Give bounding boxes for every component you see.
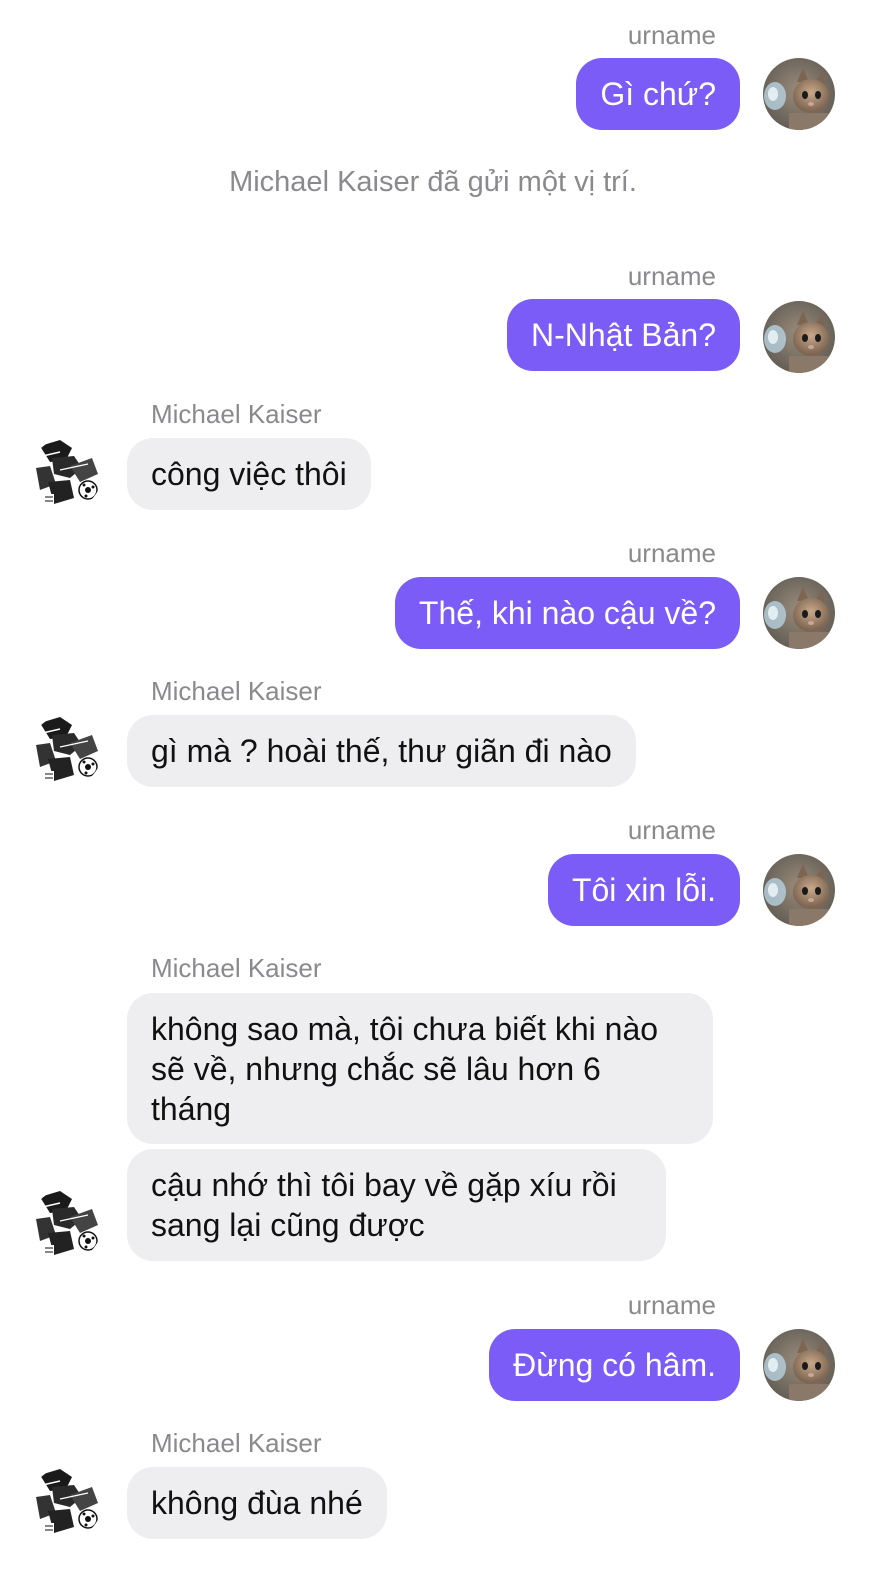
sender-name: urname xyxy=(627,261,716,291)
avatar[interactable] xyxy=(30,715,102,787)
message-bubble-outgoing[interactable]: Gì chứ? xyxy=(576,58,740,130)
avatar[interactable] xyxy=(763,1329,835,1401)
kitten-avatar-icon xyxy=(763,58,835,130)
sender-name: urname xyxy=(627,815,716,845)
sender-name: urname xyxy=(627,538,716,568)
manga-soccer-avatar-icon xyxy=(30,1189,102,1261)
message-bubble-incoming[interactable]: không đùa nhé xyxy=(127,1467,387,1539)
kitten-avatar-icon xyxy=(763,301,835,373)
avatar[interactable] xyxy=(30,438,102,510)
sender-name: urname xyxy=(627,1290,716,1320)
avatar[interactable] xyxy=(30,1467,102,1539)
avatar[interactable] xyxy=(763,577,835,649)
sender-name: Michael Kaiser xyxy=(151,953,322,983)
sender-name: urname xyxy=(627,20,716,50)
message-bubble-outgoing[interactable]: Thế, khi nào cậu về? xyxy=(394,577,740,649)
system-message: Michael Kaiser đã gửi một vị trí. xyxy=(229,166,637,198)
message-bubble-outgoing[interactable]: Tôi xin lỗi. xyxy=(547,854,740,926)
message-bubble-incoming[interactable]: gì mà ? hoài thế, thư giãn đi nào xyxy=(127,715,636,787)
message-bubble-incoming[interactable]: công việc thôi xyxy=(127,438,371,510)
message-bubble-incoming[interactable]: cậu nhớ thì tôi bay về gặp xíu rồi sang … xyxy=(127,1149,666,1261)
avatar[interactable] xyxy=(763,58,835,130)
avatar[interactable] xyxy=(763,854,835,926)
manga-soccer-avatar-icon xyxy=(30,1467,102,1539)
message-bubble-outgoing[interactable]: Đừng có hâm. xyxy=(489,1329,740,1401)
kitten-avatar-icon xyxy=(763,854,835,926)
sender-name: Michael Kaiser xyxy=(151,676,322,706)
avatar[interactable] xyxy=(763,301,835,373)
manga-soccer-avatar-icon xyxy=(30,715,102,787)
sender-name: Michael Kaiser xyxy=(151,399,322,429)
avatar[interactable] xyxy=(30,1189,102,1261)
message-bubble-incoming[interactable]: không sao mà, tôi chưa biết khi nào sẽ v… xyxy=(127,993,713,1144)
kitten-avatar-icon xyxy=(763,577,835,649)
manga-soccer-avatar-icon xyxy=(30,438,102,510)
sender-name: Michael Kaiser xyxy=(151,1428,322,1458)
message-bubble-outgoing[interactable]: N-Nhật Bản? xyxy=(507,299,740,371)
kitten-avatar-icon xyxy=(763,1329,835,1401)
